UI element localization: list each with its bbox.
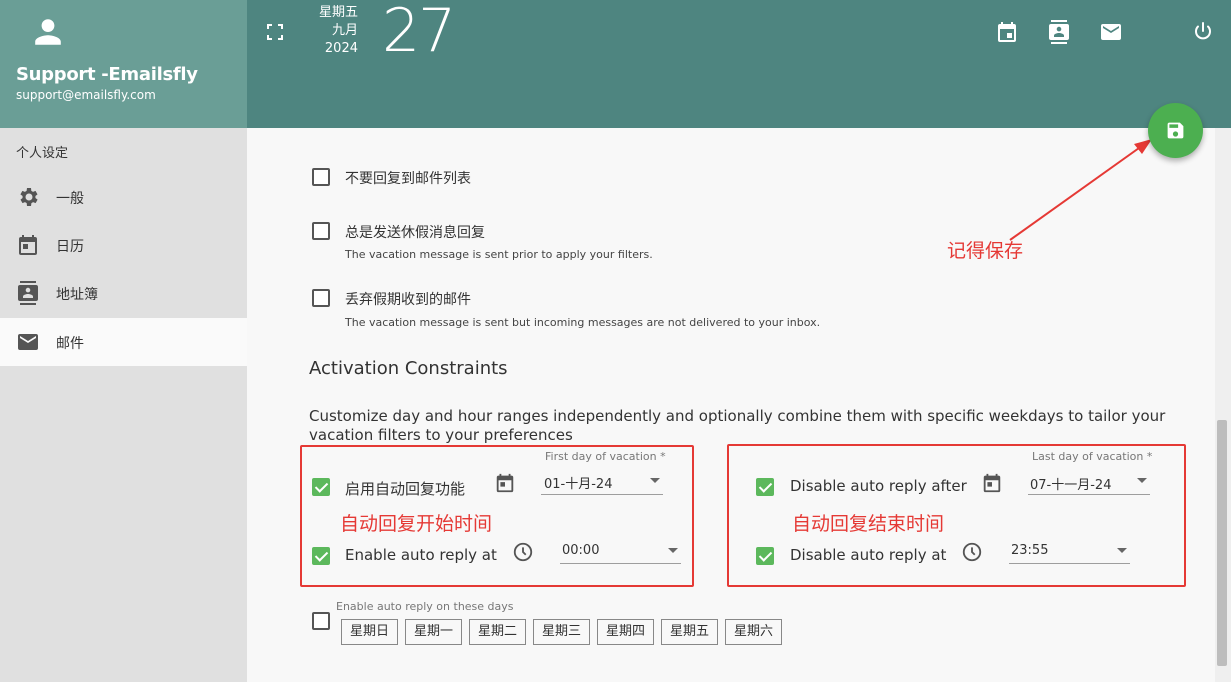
date-day: 27 (382, 0, 456, 66)
day-friday-button[interactable]: 星期五 (661, 619, 718, 645)
save-icon (1167, 122, 1184, 139)
day-wednesday-button[interactable]: 星期三 (533, 619, 590, 645)
days-label: Enable auto reply on these days (336, 600, 514, 613)
option-description: The vacation message is sent but incomin… (345, 316, 821, 329)
section-description: Customize day and hour ranges independen… (309, 407, 1166, 444)
user-email: support@emailsfly.com (16, 88, 156, 102)
calendar-icon[interactable] (995, 20, 1019, 44)
date-year: 2024 (324, 41, 358, 56)
user-name: Support -Emailsfly (16, 64, 198, 85)
day-sunday-button[interactable]: 星期日 (341, 619, 398, 645)
date-small: 星期五 九月 2024 (306, 4, 358, 58)
option-label: 丢弃假期收到的邮件 (345, 292, 471, 308)
sidebar: 个人设定 一般 日历 地址簿 邮件 (0, 128, 247, 682)
day-tuesday-button[interactable]: 星期二 (469, 619, 526, 645)
sidebar-item-mail[interactable]: 邮件 (0, 318, 247, 366)
day-thursday-button[interactable]: 星期四 (597, 619, 654, 645)
scrollbar-thumb[interactable] (1217, 420, 1227, 666)
gear-icon (20, 188, 38, 206)
save-annotation: 记得保存 (947, 240, 1024, 262)
section-title: Activation Constraints (309, 358, 508, 379)
always-send-vacation-checkbox[interactable] (312, 222, 330, 240)
power-icon[interactable] (1191, 20, 1215, 44)
discard-incoming-checkbox[interactable] (312, 289, 330, 307)
contacts-icon[interactable] (1047, 20, 1071, 44)
contacts-icon (18, 281, 38, 305)
sidebar-item-label: 一般 (56, 191, 84, 207)
sidebar-title: 个人设定 (16, 146, 69, 161)
date-weekday: 星期五 (318, 5, 358, 20)
option-label: 不要回复到邮件列表 (345, 171, 471, 187)
fullscreen-icon[interactable] (267, 24, 283, 40)
account-header: Support -Emailsfly support@emailsfly.com (0, 0, 247, 128)
start-annotation-box (300, 445, 694, 587)
day-monday-button[interactable]: 星期一 (405, 619, 462, 645)
sidebar-item-general[interactable]: 一般 (0, 173, 247, 221)
settings-panel (247, 128, 1215, 682)
mail-icon (18, 334, 38, 350)
day-saturday-button[interactable]: 星期六 (725, 619, 782, 645)
option-label: 总是发送休假消息回复 (345, 225, 485, 241)
date-month: 九月 (331, 23, 358, 38)
sidebar-item-contacts[interactable]: 地址簿 (0, 269, 247, 317)
sidebar-item-calendar[interactable]: 日历 (0, 221, 247, 269)
sidebar-item-label: 日历 (56, 239, 84, 255)
end-annotation-box (727, 444, 1186, 587)
user-icon (35, 19, 61, 45)
no-reply-mailing-list-checkbox[interactable] (312, 168, 330, 186)
save-button[interactable] (1148, 103, 1203, 158)
option-description: The vacation message is sent prior to ap… (345, 248, 653, 261)
sidebar-item-label: 地址簿 (56, 287, 98, 303)
enable-days-checkbox[interactable] (312, 612, 330, 630)
sidebar-item-label: 邮件 (56, 336, 84, 352)
mail-icon[interactable] (1099, 20, 1123, 44)
calendar-icon (19, 235, 37, 255)
